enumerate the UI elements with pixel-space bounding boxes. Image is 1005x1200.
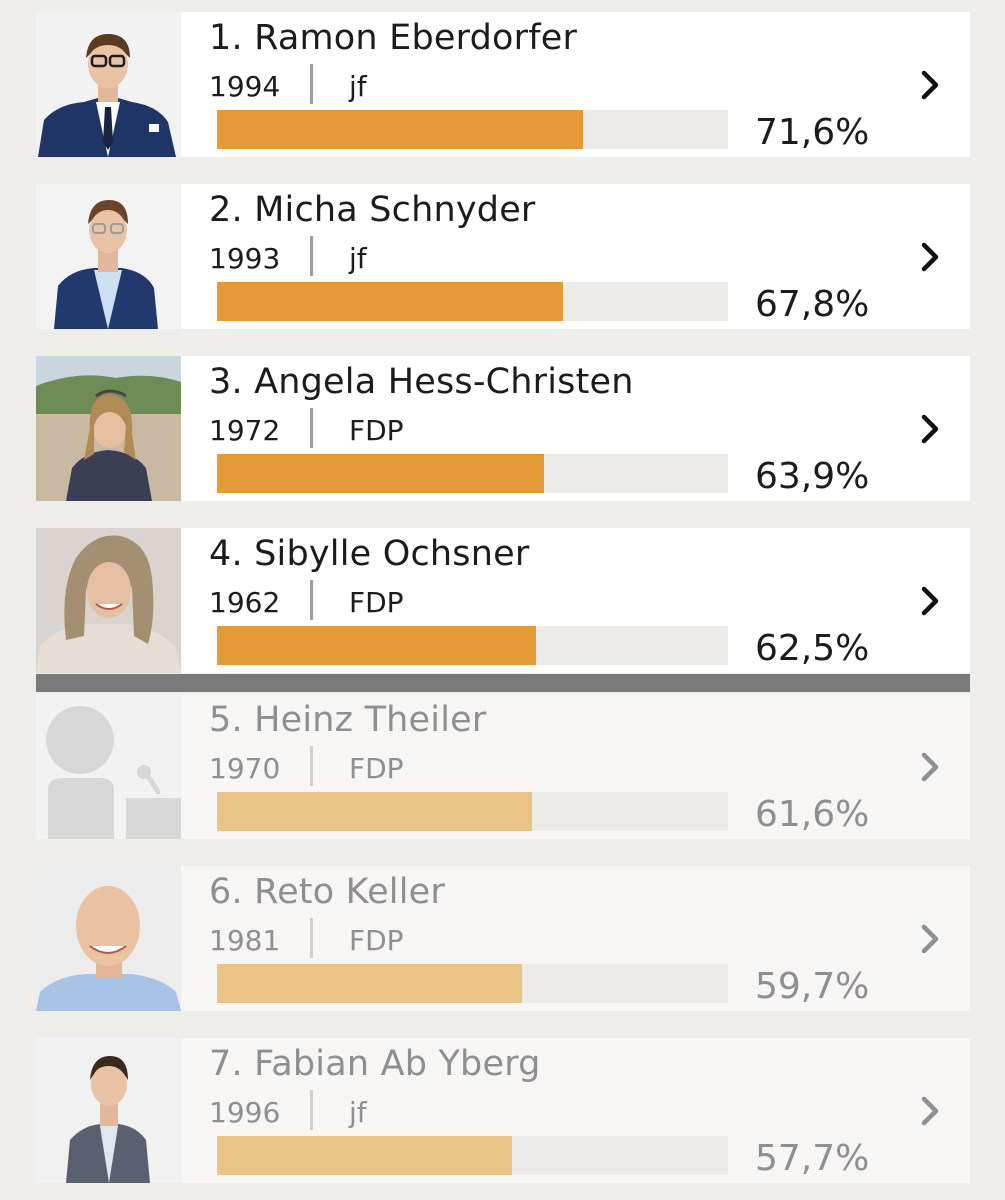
vote-bar-fill [217,964,523,1003]
candidate-name: 7. Fabian Ab Yberg [209,1044,541,1084]
vote-percentage: 71,6% [755,112,870,153]
chevron-right-icon[interactable] [916,921,946,957]
candidate-card[interactable]: 1. Ramon Eberdorfer 1994 jf 71,6% [36,12,970,157]
vote-bar-track [217,110,728,149]
candidate-name: 2. Micha Schnyder [209,190,536,230]
meta-separator [310,236,313,276]
chevron-right-icon[interactable] [916,411,946,447]
chevron-right-icon[interactable] [916,749,946,785]
candidate-card[interactable]: 2. Micha Schnyder 1993 jf 67,8% [36,184,970,329]
candidate-photo [36,12,181,157]
meta-separator [310,918,313,958]
vote-percentage: 67,8% [755,284,870,325]
vote-percentage: 61,6% [755,794,870,835]
vote-bar-track [217,792,728,831]
candidate-card[interactable]: 4. Sibylle Ochsner 1962 FDP 62,5% [36,528,970,673]
meta-separator [310,746,313,786]
candidate-card[interactable]: 5. Heinz Theiler 1970 FDP 61,6% [36,694,970,839]
candidate-name: 5. Heinz Theiler [209,700,487,740]
vote-bar-fill [217,1136,512,1175]
vote-bar-track [217,1136,728,1175]
birth-year: 1972 [209,414,281,447]
vote-percentage: 57,7% [755,1138,870,1179]
candidate-card[interactable]: 6. Reto Keller 1981 FDP 59,7% [36,866,970,1011]
party-label: jf [349,1096,367,1129]
party-label: FDP [349,414,404,447]
meta-separator [310,1090,313,1130]
vote-bar-track [217,964,728,1003]
candidate-card[interactable]: 7. Fabian Ab Yberg 1996 jf 57,7% [36,1038,970,1183]
person-silhouette-icon [36,694,181,839]
birth-year: 1994 [209,70,281,103]
vote-bar-track [217,454,728,493]
vote-bar-fill [217,626,537,665]
candidate-name: 1. Ramon Eberdorfer [209,18,578,58]
candidate-card[interactable]: 3. Angela Hess-Christen 1972 FDP 63,9% [36,356,970,501]
birth-year: 1962 [209,586,281,619]
party-label: jf [349,242,367,275]
party-label: jf [349,70,367,103]
birth-year: 1970 [209,752,281,785]
candidate-photo [36,528,181,673]
meta-separator [310,580,313,620]
vote-bar-track [217,626,728,665]
candidate-photo [36,1038,181,1183]
chevron-right-icon[interactable] [916,239,946,275]
vote-bar-fill [217,454,544,493]
party-label: FDP [349,924,404,957]
results-page: { "candidates": [ {"rank_name":"1. Ramon… [0,0,1005,1200]
vote-bar-fill [217,792,532,831]
vote-percentage: 59,7% [755,966,870,1007]
party-label: FDP [349,586,404,619]
candidate-name: 3. Angela Hess-Christen [209,362,634,402]
chevron-right-icon[interactable] [916,67,946,103]
candidate-name: 4. Sibylle Ochsner [209,534,530,574]
vote-percentage: 62,5% [755,628,870,669]
vote-bar-track [217,282,728,321]
meta-separator [310,64,313,104]
chevron-right-icon[interactable] [916,583,946,619]
birth-year: 1993 [209,242,281,275]
meta-separator [310,408,313,448]
party-label: FDP [349,752,404,785]
candidate-photo [36,866,181,1011]
candidate-photo [36,184,181,329]
vote-bar-fill [217,282,564,321]
candidate-name: 6. Reto Keller [209,872,445,912]
candidate-photo [36,356,181,501]
chevron-right-icon[interactable] [916,1093,946,1129]
vote-bar-fill [217,110,583,149]
elected-cutoff-divider [36,674,970,692]
birth-year: 1996 [209,1096,281,1129]
birth-year: 1981 [209,924,281,957]
vote-percentage: 63,9% [755,456,870,497]
